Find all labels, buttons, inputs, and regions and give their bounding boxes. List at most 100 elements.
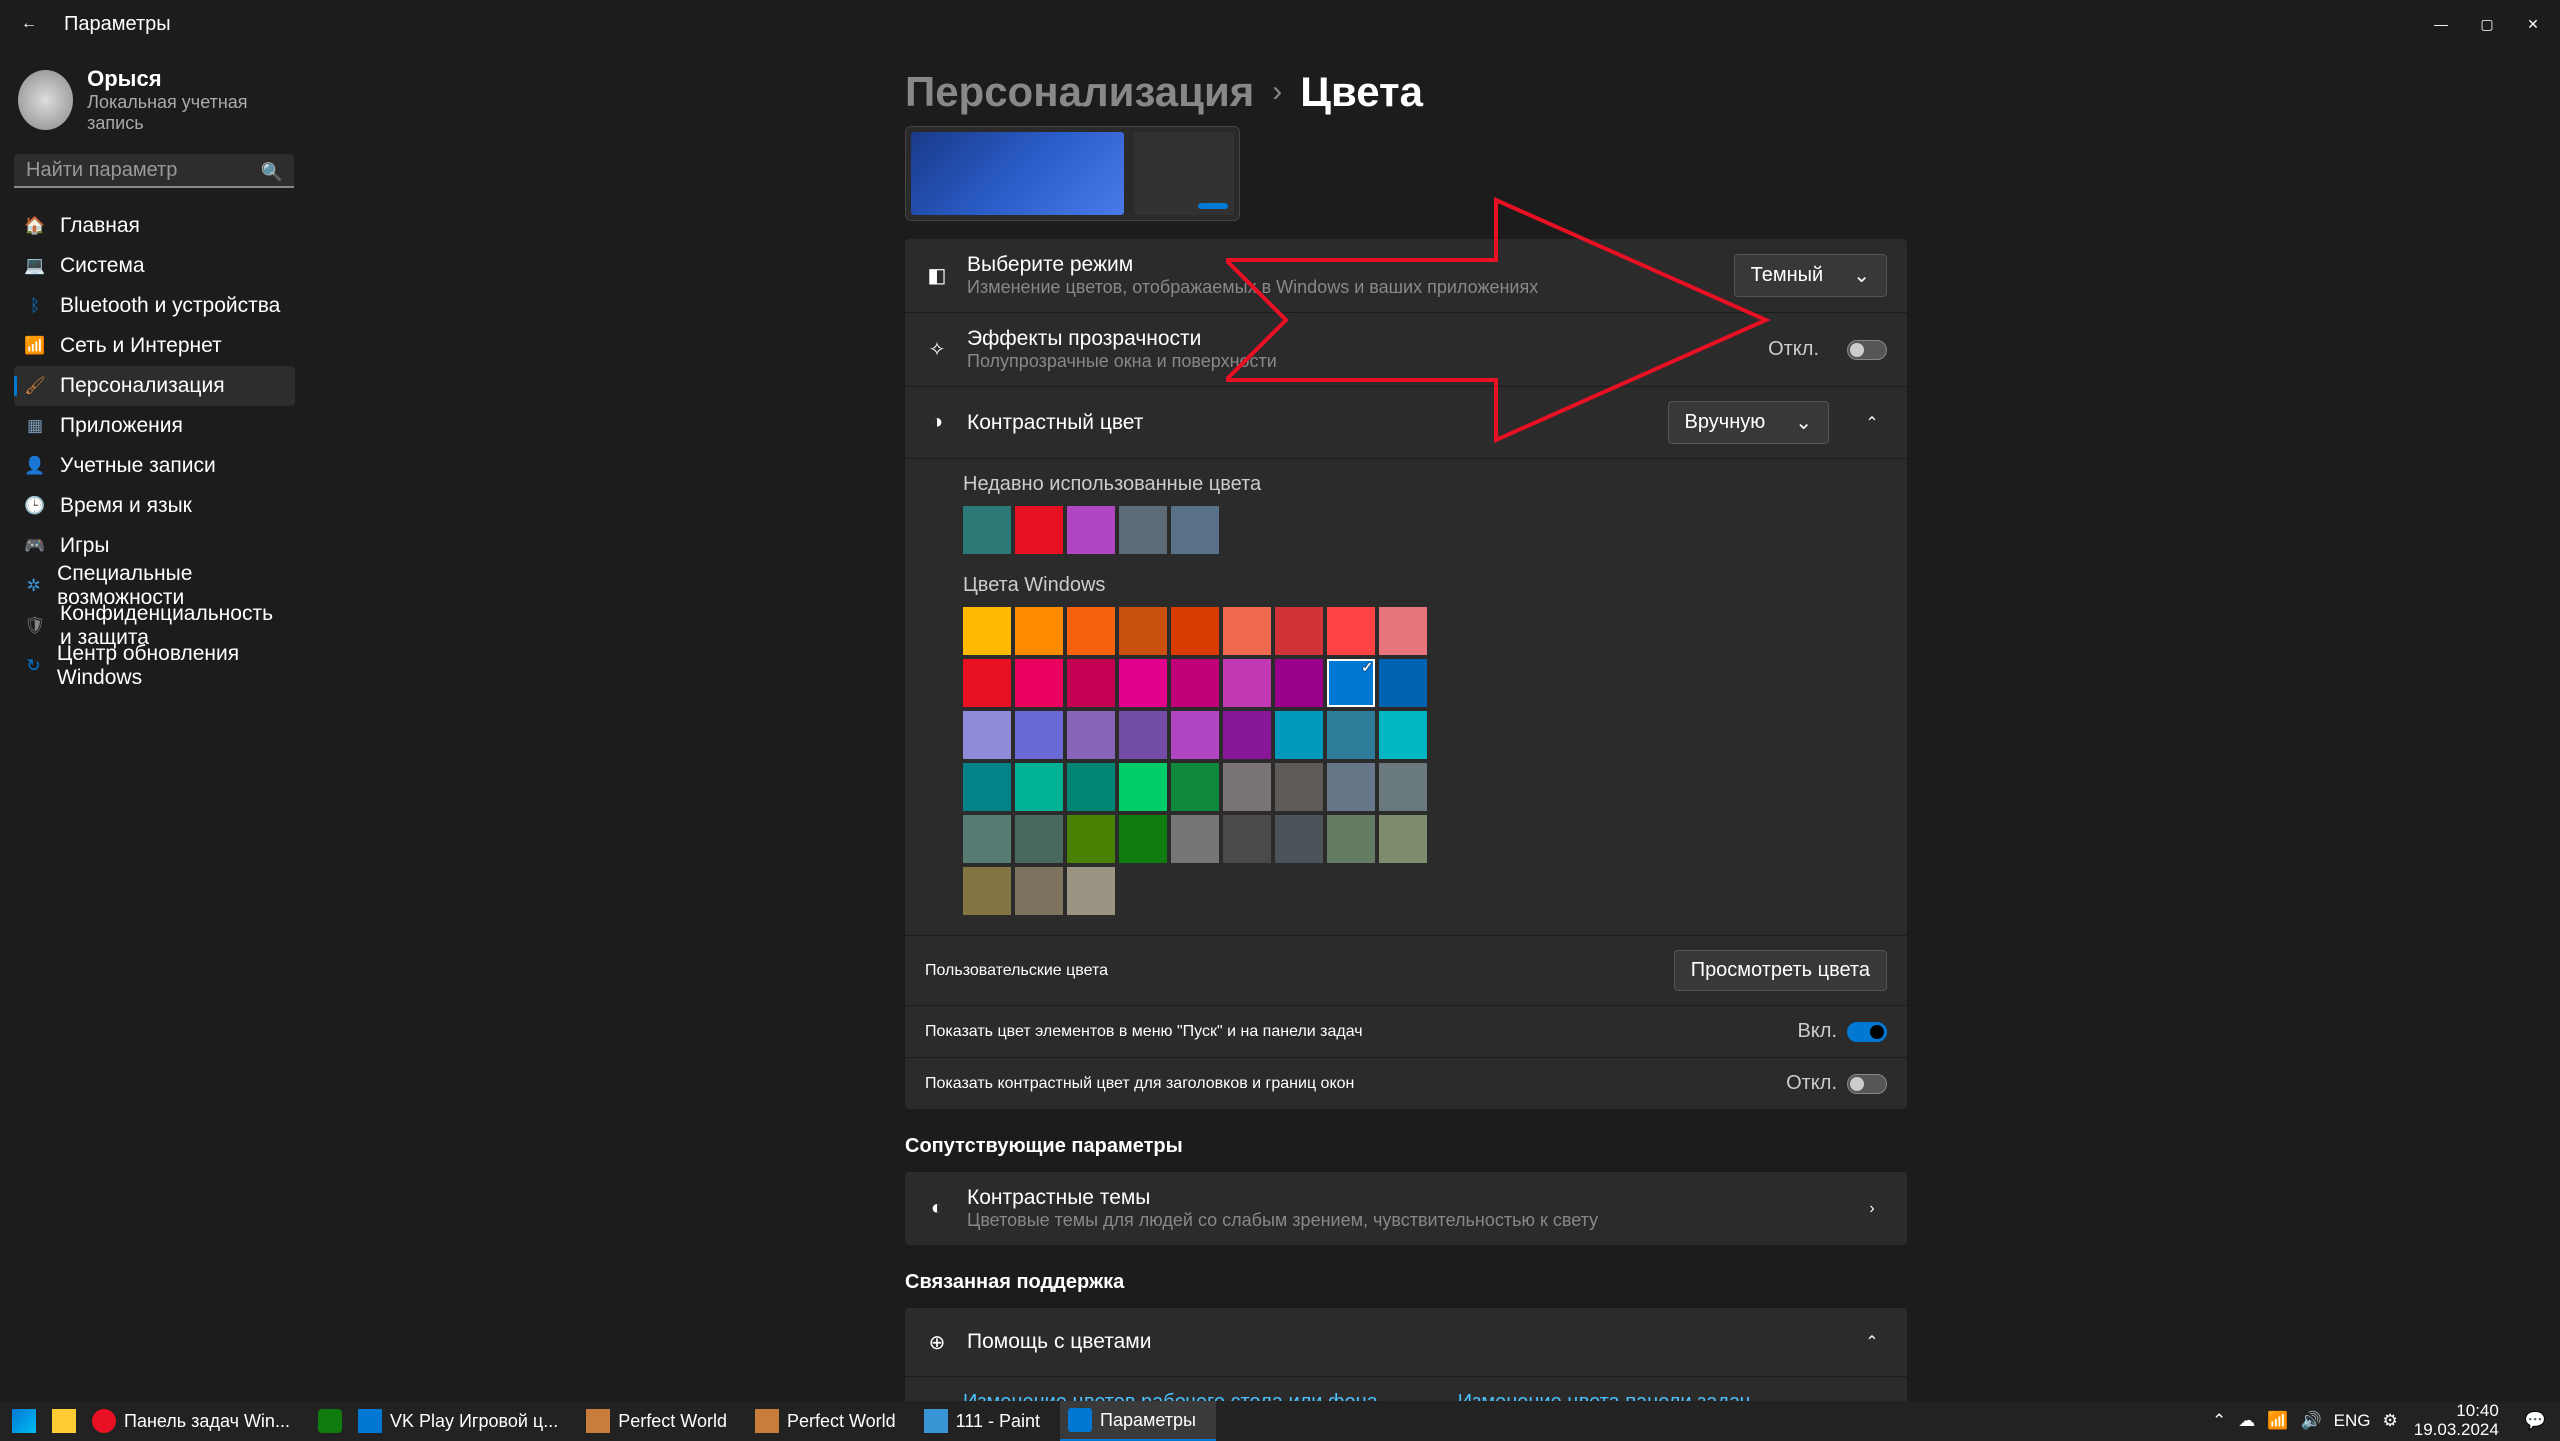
- sidebar-item[interactable]: ᛒBluetooth и устройства: [14, 286, 295, 326]
- color-swatch[interactable]: [1275, 711, 1323, 759]
- color-swatch[interactable]: [963, 815, 1011, 863]
- color-swatch[interactable]: [1327, 815, 1375, 863]
- help-colors-row[interactable]: ⊕ Помощь с цветами ⌃: [905, 1308, 1907, 1376]
- color-swatch[interactable]: [1223, 659, 1271, 707]
- color-swatch[interactable]: [963, 763, 1011, 811]
- color-swatch[interactable]: [1171, 659, 1219, 707]
- color-swatch[interactable]: [1119, 659, 1167, 707]
- color-swatch[interactable]: [1015, 815, 1063, 863]
- color-swatch[interactable]: [1119, 763, 1167, 811]
- taskbar-item[interactable]: Perfect World: [578, 1401, 747, 1441]
- color-swatch[interactable]: [1015, 607, 1063, 655]
- accent-dropdown[interactable]: Вручную ⌄: [1668, 401, 1829, 444]
- sidebar-item[interactable]: 🛡Конфиденциальность и защита: [14, 606, 295, 646]
- color-swatch[interactable]: [1067, 711, 1115, 759]
- accent-color-row[interactable]: ◑ Контрастный цвет Вручную ⌄ ⌃: [905, 386, 1907, 458]
- color-swatch[interactable]: [1171, 506, 1219, 554]
- sidebar-item[interactable]: 💻Система: [14, 246, 295, 286]
- sidebar-item[interactable]: 🏠Главная: [14, 206, 295, 246]
- sidebar-item[interactable]: 🕒Время и язык: [14, 486, 295, 526]
- color-swatch[interactable]: [1171, 815, 1219, 863]
- help-link-2[interactable]: Изменение цвета панели задач: [1458, 1391, 1750, 1401]
- color-swatch[interactable]: [1223, 763, 1271, 811]
- start-taskbar-toggle[interactable]: [1847, 1022, 1887, 1042]
- sidebar-item[interactable]: 🖌Персонализация: [14, 366, 295, 406]
- sidebar-item[interactable]: ▦Приложения: [14, 406, 295, 446]
- color-swatch[interactable]: [1327, 711, 1375, 759]
- titlebars-toggle[interactable]: [1847, 1074, 1887, 1094]
- help-link-1[interactable]: Изменение цветов рабочего стола или фона: [963, 1391, 1378, 1401]
- color-swatch[interactable]: [1067, 607, 1115, 655]
- color-swatch[interactable]: [1015, 711, 1063, 759]
- transparency-toggle[interactable]: [1847, 340, 1887, 360]
- color-swatch[interactable]: [1015, 867, 1063, 915]
- color-swatch[interactable]: [1275, 815, 1323, 863]
- color-swatch[interactable]: [1119, 815, 1167, 863]
- taskbar-item[interactable]: Панель задач Win...: [84, 1401, 310, 1441]
- color-swatch[interactable]: [963, 506, 1011, 554]
- color-swatch[interactable]: [1327, 607, 1375, 655]
- color-swatch[interactable]: [1275, 763, 1323, 811]
- color-swatch[interactable]: [1379, 607, 1427, 655]
- transparency-row[interactable]: ✧ Эффекты прозрачности Полупрозрачные ок…: [905, 312, 1907, 386]
- xbox-button[interactable]: [310, 1401, 350, 1441]
- notifications-icon[interactable]: 💬: [2515, 1411, 2556, 1431]
- color-swatch[interactable]: [1067, 815, 1115, 863]
- taskbar-item-active[interactable]: Параметры: [1060, 1401, 1216, 1441]
- tray-volume-icon[interactable]: 🔊: [2300, 1411, 2321, 1431]
- back-button[interactable]: ←: [14, 9, 44, 39]
- breadcrumb-parent[interactable]: Персонализация: [905, 68, 1254, 116]
- sidebar-item[interactable]: ↻Центр обновления Windows: [14, 646, 295, 686]
- taskbar-item[interactable]: Perfect World: [747, 1401, 916, 1441]
- sidebar-item[interactable]: 📶Сеть и Интернет: [14, 326, 295, 366]
- expand-button[interactable]: ⌃: [1857, 413, 1887, 433]
- color-swatch[interactable]: [1275, 607, 1323, 655]
- color-swatch[interactable]: [1119, 711, 1167, 759]
- color-swatch[interactable]: [1067, 659, 1115, 707]
- sidebar-item[interactable]: 👤Учетные записи: [14, 446, 295, 486]
- tray-cloud-icon[interactable]: ☁: [2238, 1411, 2255, 1431]
- mode-row[interactable]: ◧ Выберите режим Изменение цветов, отобр…: [905, 239, 1907, 312]
- start-button[interactable]: [4, 1401, 44, 1441]
- color-swatch[interactable]: [1379, 763, 1427, 811]
- color-swatch[interactable]: [1119, 607, 1167, 655]
- tray-settings-icon[interactable]: ⚙: [2382, 1411, 2397, 1431]
- clock[interactable]: 10:40 19.03.2024: [2404, 1402, 2509, 1439]
- maximize-button[interactable]: ▢: [2464, 8, 2510, 40]
- taskbar-item[interactable]: VK Play Игровой ц...: [350, 1401, 578, 1441]
- color-swatch[interactable]: [1067, 506, 1115, 554]
- color-swatch[interactable]: [1171, 763, 1219, 811]
- color-swatch[interactable]: [1067, 867, 1115, 915]
- contrast-themes-row[interactable]: ◐ Контрастные темы Цветовые темы для люд…: [905, 1172, 1907, 1245]
- taskbar[interactable]: Панель задач Win... VK Play Игровой ц...…: [0, 1401, 2560, 1441]
- taskbar-item[interactable]: 111 - Paint: [916, 1401, 1060, 1441]
- color-swatch[interactable]: [963, 607, 1011, 655]
- tray-wifi-icon[interactable]: 📶: [2267, 1411, 2288, 1431]
- minimize-button[interactable]: —: [2418, 8, 2464, 40]
- color-swatch[interactable]: [1223, 607, 1271, 655]
- color-swatch[interactable]: [963, 711, 1011, 759]
- color-swatch[interactable]: [1327, 763, 1375, 811]
- color-swatch[interactable]: [1379, 815, 1427, 863]
- color-swatch[interactable]: [1015, 763, 1063, 811]
- tray-chevron-icon[interactable]: ⌃: [2212, 1411, 2226, 1431]
- color-swatch[interactable]: [1171, 607, 1219, 655]
- expand-button[interactable]: ⌃: [1857, 1332, 1887, 1352]
- view-colors-button[interactable]: Просмотреть цвета: [1674, 950, 1887, 991]
- close-button[interactable]: ✕: [2510, 8, 2556, 40]
- color-swatch[interactable]: [1223, 711, 1271, 759]
- sidebar-item[interactable]: 🎮Игры: [14, 526, 295, 566]
- color-swatch[interactable]: [1119, 506, 1167, 554]
- sidebar-item[interactable]: ✲Специальные возможности: [14, 566, 295, 606]
- language-indicator[interactable]: ENG: [2328, 1411, 2377, 1431]
- color-swatch[interactable]: [963, 659, 1011, 707]
- explorer-button[interactable]: [44, 1401, 84, 1441]
- color-swatch[interactable]: [1223, 815, 1271, 863]
- color-swatch[interactable]: [1379, 659, 1427, 707]
- color-swatch[interactable]: [1015, 506, 1063, 554]
- color-swatch[interactable]: [963, 867, 1011, 915]
- mode-dropdown[interactable]: Темный ⌄: [1734, 254, 1887, 297]
- search-input[interactable]: [14, 154, 294, 188]
- user-block[interactable]: Орыся Локальная учетная запись: [14, 58, 295, 154]
- color-swatch[interactable]: [1379, 711, 1427, 759]
